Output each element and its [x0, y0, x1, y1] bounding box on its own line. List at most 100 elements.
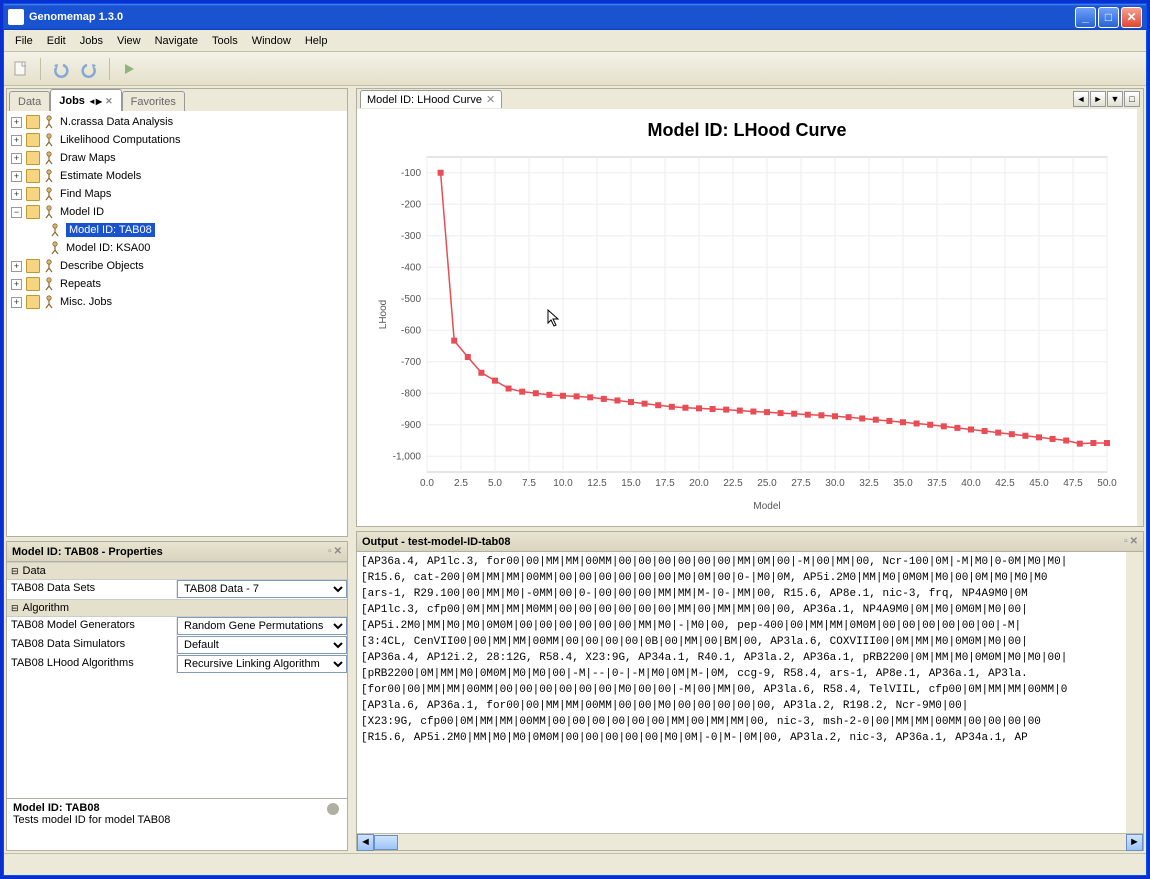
- lhood-chart: 0.02.55.07.510.012.515.017.520.022.525.0…: [372, 147, 1122, 517]
- expand-icon[interactable]: +: [11, 153, 22, 164]
- properties-description: Model ID: TAB08 Tests model ID for model…: [7, 798, 347, 850]
- svg-text:0.0: 0.0: [420, 478, 434, 489]
- svg-text:5.0: 5.0: [488, 478, 502, 489]
- output-close-icon[interactable]: ✕: [1130, 536, 1138, 547]
- svg-text:7.5: 7.5: [522, 478, 536, 489]
- prop-label: TAB08 Model Generators: [7, 617, 177, 636]
- undo-button[interactable]: [49, 58, 71, 80]
- run-button[interactable]: [118, 58, 140, 80]
- new-file-button[interactable]: [10, 58, 32, 80]
- svg-text:-700: -700: [401, 357, 421, 368]
- titlebar[interactable]: Genomemap 1.3.0 _ □ ✕: [4, 4, 1146, 30]
- statusbar: [4, 853, 1146, 875]
- folder-icon: [26, 277, 40, 291]
- expand-icon[interactable]: +: [11, 171, 22, 182]
- properties-panel: Model ID: TAB08 - Properties ▫ ✕ DataTAB…: [6, 541, 348, 851]
- tree-item[interactable]: + Misc. Jobs: [9, 293, 345, 311]
- output-vscrollbar[interactable]: [1126, 552, 1143, 833]
- output-text[interactable]: [AP36a.4, AP1lc.3, for00|00|MM|MM|00MM|0…: [357, 552, 1126, 833]
- tree-item[interactable]: + Repeats: [9, 275, 345, 293]
- tab-jobs[interactable]: Jobs ◄▶ ✕: [50, 89, 121, 111]
- prop-label: TAB08 LHood Algorithms: [7, 655, 177, 674]
- tree-item[interactable]: +Draw Maps: [9, 149, 345, 167]
- tree-label: Find Maps: [60, 188, 111, 200]
- props-window-icon[interactable]: ▫: [328, 546, 332, 557]
- output-window-icon[interactable]: ▫: [1124, 536, 1128, 547]
- tree-label: Describe Objects: [60, 260, 144, 272]
- tree-item[interactable]: Model ID: KSA00: [9, 239, 345, 257]
- tab-close-icon[interactable]: ✕: [486, 93, 495, 106]
- prop-select[interactable]: Default: [177, 636, 347, 654]
- svg-text:50.0: 50.0: [1097, 478, 1117, 489]
- svg-text:-200: -200: [401, 199, 421, 210]
- menu-help[interactable]: Help: [298, 32, 335, 50]
- props-close-icon[interactable]: ✕: [334, 546, 342, 557]
- output-panel: Output - test-model-ID-tab08 ▫ ✕ [AP36a.…: [356, 531, 1144, 851]
- nav-dropdown-button[interactable]: ▼: [1107, 91, 1123, 107]
- svg-text:-100: -100: [401, 168, 421, 179]
- menu-tools[interactable]: Tools: [205, 32, 245, 50]
- svg-text:LHood: LHood: [378, 300, 389, 329]
- folder-icon: [26, 169, 40, 183]
- tab-favorites[interactable]: Favorites: [122, 91, 185, 111]
- scroll-left-button[interactable]: ◄: [357, 834, 374, 851]
- scroll-right-button[interactable]: ►: [1126, 834, 1143, 851]
- svg-text:2.5: 2.5: [454, 478, 468, 489]
- expand-icon[interactable]: +: [11, 117, 22, 128]
- tab-data[interactable]: Data: [9, 91, 50, 111]
- prop-select[interactable]: Recursive Linking Algorithm: [177, 655, 347, 673]
- prop-select[interactable]: TAB08 Data - 7: [177, 580, 347, 598]
- menu-jobs[interactable]: Jobs: [73, 32, 110, 50]
- expand-icon[interactable]: +: [11, 279, 22, 290]
- tree-item[interactable]: +Likelihood Computations: [9, 131, 345, 149]
- svg-text:40.0: 40.0: [961, 478, 981, 489]
- toolbar: [4, 52, 1146, 86]
- nav-maximize-button[interactable]: □: [1124, 91, 1140, 107]
- tree-item[interactable]: Model ID: TAB08: [9, 221, 345, 239]
- maximize-button[interactable]: □: [1098, 7, 1119, 28]
- tree-label: Repeats: [60, 278, 101, 290]
- menu-file[interactable]: File: [8, 32, 40, 50]
- app-title: Genomemap 1.3.0: [29, 11, 123, 23]
- nav-prev-button[interactable]: ◄: [1073, 91, 1089, 107]
- menu-view[interactable]: View: [110, 32, 148, 50]
- menubar: FileEditJobsViewNavigateToolsWindowHelp: [4, 30, 1146, 52]
- output-hscrollbar[interactable]: ◄ ►: [357, 833, 1143, 850]
- tree-label: Misc. Jobs: [60, 296, 112, 308]
- menu-edit[interactable]: Edit: [40, 32, 73, 50]
- expand-icon[interactable]: +: [11, 261, 22, 272]
- expand-icon[interactable]: +: [11, 135, 22, 146]
- expand-icon[interactable]: +: [11, 189, 22, 200]
- prop-select[interactable]: Random Gene Permutations: [177, 617, 347, 635]
- prop-section[interactable]: Data: [7, 562, 347, 580]
- chart-vscrollbar[interactable]: [1137, 109, 1143, 526]
- svg-text:20.0: 20.0: [689, 478, 709, 489]
- folder-icon: [26, 115, 40, 129]
- chart-title: Model ID: LHood Curve: [372, 114, 1122, 147]
- scroll-thumb[interactable]: [374, 835, 398, 850]
- chart-tab[interactable]: Model ID: LHood Curve ✕: [360, 90, 502, 108]
- redo-button[interactable]: [79, 58, 101, 80]
- svg-text:42.5: 42.5: [995, 478, 1015, 489]
- svg-text:32.5: 32.5: [859, 478, 879, 489]
- tree-label: N.crassa Data Analysis: [60, 116, 173, 128]
- svg-text:-500: -500: [401, 294, 421, 305]
- svg-text:15.0: 15.0: [621, 478, 641, 489]
- expand-icon[interactable]: +: [11, 297, 22, 308]
- close-button[interactable]: ✕: [1121, 7, 1142, 28]
- jobs-tree[interactable]: + N.crassa Data Analysis +Likelihood Compu…: [7, 111, 347, 536]
- prop-label: TAB08 Data Sets: [7, 580, 177, 599]
- nav-next-button[interactable]: ►: [1090, 91, 1106, 107]
- tree-item[interactable]: +Estimate Models: [9, 167, 345, 185]
- tree-item[interactable]: + N.crassa Data Analysis: [9, 113, 345, 131]
- collapse-icon[interactable]: −: [11, 207, 22, 218]
- tree-item[interactable]: + Find Maps: [9, 185, 345, 203]
- menu-navigate[interactable]: Navigate: [148, 32, 205, 50]
- tree-item[interactable]: −Model ID: [9, 203, 345, 221]
- output-title: Output - test-model-ID-tab08: [362, 536, 511, 548]
- chart-panel: Model ID: LHood Curve ✕ ◄ ► ▼ □ Model ID…: [356, 88, 1144, 527]
- menu-window[interactable]: Window: [245, 32, 298, 50]
- minimize-button[interactable]: _: [1075, 7, 1096, 28]
- tree-item[interactable]: + Describe Objects: [9, 257, 345, 275]
- prop-section[interactable]: Algorithm: [7, 599, 347, 617]
